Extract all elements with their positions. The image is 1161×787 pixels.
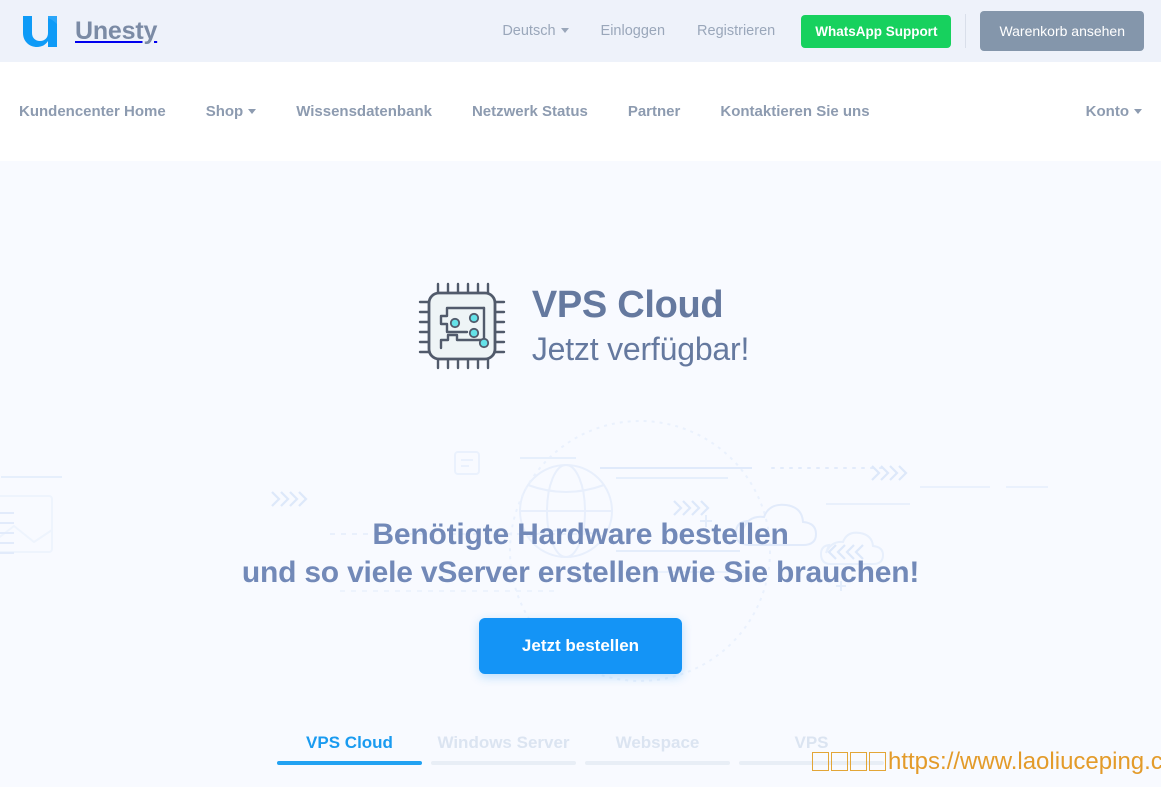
topnav-divider [965, 14, 967, 48]
chevron-down-icon [560, 28, 569, 33]
chevron-down-icon [248, 109, 257, 114]
hero-subtitle: Jetzt verfügbar! [531, 330, 750, 367]
hero-background-illustration [0, 420, 1048, 682]
tab-underline [431, 761, 576, 765]
nav-item-kundencenter-home[interactable]: Kundencenter Home [19, 103, 186, 120]
tofu-glyph-icon [850, 752, 867, 771]
whatsapp-support-button[interactable]: WhatsApp Support [801, 14, 952, 48]
watermark-url: https://www.laoliuceping.com [888, 748, 1161, 775]
tofu-glyph-icon [812, 752, 829, 771]
tab-underline [585, 761, 730, 765]
unesty-logo-icon [19, 12, 61, 50]
tab-gap [576, 733, 585, 765]
headline-line-2: und so viele vServer erstellen wie Sie b… [241, 556, 920, 590]
top-navigation: Deutsch Einloggen Registrieren WhatsApp … [502, 11, 1144, 51]
chevron-down-icon [1134, 109, 1142, 114]
tab-windows-server-label: Windows Server [437, 733, 570, 752]
nav-item-shop[interactable]: Shop [186, 103, 277, 120]
register-link[interactable]: Registrieren [681, 23, 791, 39]
tab-underline [277, 761, 422, 765]
login-link[interactable]: Einloggen [585, 23, 682, 39]
hero-banner: VPS Cloud Jetzt verfügbar! [0, 276, 1161, 376]
nav-item-konto-label: Konto [1085, 103, 1129, 120]
hero-title: VPS Cloud [531, 283, 724, 326]
nav-item-shop-label: Shop [205, 103, 244, 120]
view-cart-button[interactable]: Warenkorb ansehen [980, 11, 1144, 51]
tab-webspace[interactable]: Webspace [585, 733, 730, 765]
page-headline: Benötigte Hardware bestellen und so viel… [0, 516, 1161, 592]
tofu-glyph-icon [831, 752, 848, 771]
headline-line-1: Benötigte Hardware bestellen [372, 518, 789, 551]
nav-item-konto[interactable]: Konto [1066, 103, 1142, 120]
nav-item-wissensdatenbank[interactable]: Wissensdatenbank [276, 103, 452, 120]
top-bar: Unesty Deutsch Einloggen Registrieren Wh… [0, 0, 1161, 62]
order-now-button[interactable]: Jetzt bestellen [478, 618, 683, 674]
nav-item-partner[interactable]: Partner [608, 103, 701, 120]
tofu-glyph-icon [869, 752, 886, 771]
tab-gap [422, 733, 431, 765]
hero-section: VPS Cloud Jetzt verfügbar! Benötigte Har… [0, 161, 1161, 787]
brand-logo-link[interactable]: Unesty [19, 12, 157, 50]
hero-text-block: VPS Cloud Jetzt verfügbar! [531, 283, 750, 367]
cta-container: Jetzt bestellen [0, 618, 1161, 674]
main-navigation: Kundencenter Home Shop Wissensdatenbank … [0, 62, 1161, 161]
language-selector[interactable]: Deutsch [502, 23, 584, 39]
watermark-overlay: https://www.laoliuceping.com [812, 748, 1161, 776]
tab-windows-server[interactable]: Windows Server [431, 733, 576, 765]
language-label: Deutsch [502, 23, 556, 39]
brand-name: Unesty [75, 16, 158, 45]
tab-vps-cloud-label: VPS Cloud [306, 733, 393, 752]
nav-item-netzwerk-status[interactable]: Netzwerk Status [452, 103, 608, 120]
tab-vps-cloud[interactable]: VPS Cloud [277, 733, 422, 765]
tab-webspace-label: Webspace [615, 733, 700, 752]
tab-gap [730, 733, 739, 765]
nav-item-kontaktieren-sie-uns[interactable]: Kontaktieren Sie uns [700, 103, 889, 120]
cpu-chip-icon [412, 276, 512, 376]
